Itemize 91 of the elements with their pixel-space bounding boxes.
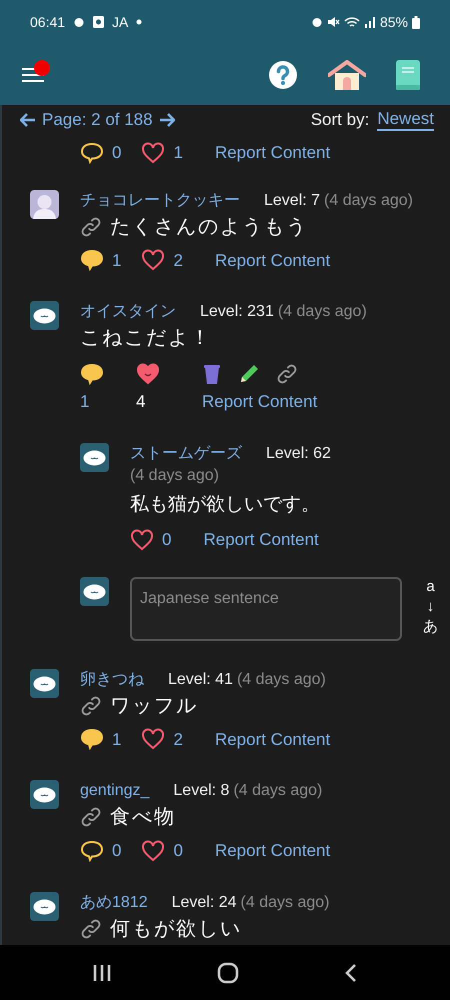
like-count: 2 (173, 728, 183, 750)
link-icon[interactable] (276, 363, 298, 385)
post-time: (4 days ago) (324, 190, 413, 210)
link-icon[interactable] (80, 806, 102, 828)
post-text: こねこだよ！ (80, 326, 212, 351)
page-indicator: Page: 2 of 188 (42, 109, 153, 132)
mute-icon (326, 16, 340, 28)
pencil-icon[interactable] (238, 363, 260, 385)
post-time: (4 days ago) (278, 302, 367, 322)
comment-icon[interactable] (80, 363, 104, 385)
home-button-icon[interactable] (216, 962, 239, 984)
comment-icon[interactable] (80, 249, 104, 272)
comment-icon[interactable] (80, 840, 104, 862)
avatar-icon (80, 442, 109, 472)
trash-icon[interactable] (202, 363, 222, 385)
report-link[interactable]: Report Content (214, 248, 330, 273)
battery-level: 85% (380, 12, 408, 32)
avatar-icon (80, 576, 109, 606)
post-text: たくさんのようもう (110, 214, 308, 240)
username[interactable]: オイスタイン (80, 301, 176, 323)
username[interactable]: 卵きつね (80, 668, 144, 690)
level-label: Level: 231 (200, 302, 274, 322)
next-page-icon[interactable] (158, 113, 175, 127)
post-text: 何もが欲しい (110, 916, 242, 942)
sort-option[interactable]: Newest (377, 109, 434, 131)
reply-text: 私も猫が欲しいです。 (130, 492, 321, 516)
heart-icon[interactable] (141, 249, 166, 272)
sentence-input[interactable]: Japanese sentence (130, 576, 402, 640)
level-label: Level: 8 (173, 781, 230, 801)
wifi-icon (344, 16, 360, 28)
book-icon[interactable] (396, 60, 420, 90)
level-label: Level: 24 (172, 892, 237, 912)
link-icon[interactable] (80, 216, 102, 238)
post-text: ワッフル (110, 694, 198, 718)
report-link[interactable]: Report Content (214, 140, 330, 166)
comment-count: 1 (112, 250, 122, 272)
home-icon[interactable] (328, 60, 366, 90)
menu-icon[interactable] (22, 66, 44, 82)
report-link[interactable]: Report Content (214, 726, 330, 752)
heart-icon[interactable] (141, 728, 166, 750)
help-icon[interactable] (268, 60, 298, 90)
comment-count: 0 (112, 142, 122, 164)
like-count: 0 (173, 840, 183, 862)
avatar-icon (30, 780, 59, 809)
level-label: Level: 62 (266, 444, 331, 464)
heart-icon[interactable] (136, 363, 160, 385)
ime-arrow: ↓ (426, 596, 434, 616)
report-link[interactable]: Report Content (202, 389, 426, 414)
username[interactable]: gentingz_ (80, 780, 150, 802)
like-count: 1 (173, 142, 183, 164)
post-time: (4 days ago) (240, 892, 330, 912)
like-count: 0 (162, 529, 172, 551)
input-language: JA (112, 12, 128, 32)
heart-icon[interactable] (141, 142, 166, 164)
ime-source[interactable]: a (426, 576, 435, 596)
battery-icon (412, 16, 420, 28)
link-icon[interactable] (80, 694, 102, 716)
sort-label: Sort by: (310, 109, 370, 132)
dot-icon (136, 19, 142, 25)
comment-count: 1 (112, 728, 122, 750)
app-icon (93, 16, 104, 28)
username[interactable]: ストームゲーズ (130, 442, 242, 464)
post-time: (4 days ago) (130, 466, 219, 486)
avatar-icon (30, 668, 59, 698)
previous-page-icon[interactable] (20, 113, 36, 127)
back-icon[interactable] (344, 962, 358, 982)
comment-count: 1 (80, 391, 90, 413)
like-count: 4 (136, 391, 146, 413)
report-link[interactable]: Report Content (214, 838, 330, 864)
avatar-icon (30, 301, 59, 330)
post-time: (4 days ago) (236, 670, 326, 690)
clock-time: 06:41 (30, 12, 66, 32)
username[interactable]: チョコレートクッキー (80, 190, 240, 212)
ime-target[interactable]: あ (423, 616, 438, 636)
avatar-icon (30, 892, 59, 920)
comment-icon[interactable] (80, 728, 104, 750)
post-time: (4 days ago) (233, 781, 322, 801)
avatar-icon (30, 190, 59, 218)
comment-icon[interactable] (80, 142, 104, 164)
heart-icon[interactable] (141, 840, 166, 862)
like-count: 2 (173, 250, 183, 272)
comment-count: 0 (112, 840, 122, 862)
username[interactable]: あめ1812 (80, 892, 148, 914)
report-link[interactable]: Report Content (203, 527, 319, 552)
signal-icon (364, 16, 376, 28)
level-label: Level: 7 (264, 190, 320, 210)
recent-apps-icon[interactable] (92, 964, 112, 982)
link-icon[interactable] (80, 918, 102, 940)
heart-icon[interactable] (130, 528, 154, 551)
post-text: 食べ物 (110, 805, 176, 830)
level-label: Level: 41 (168, 670, 233, 690)
